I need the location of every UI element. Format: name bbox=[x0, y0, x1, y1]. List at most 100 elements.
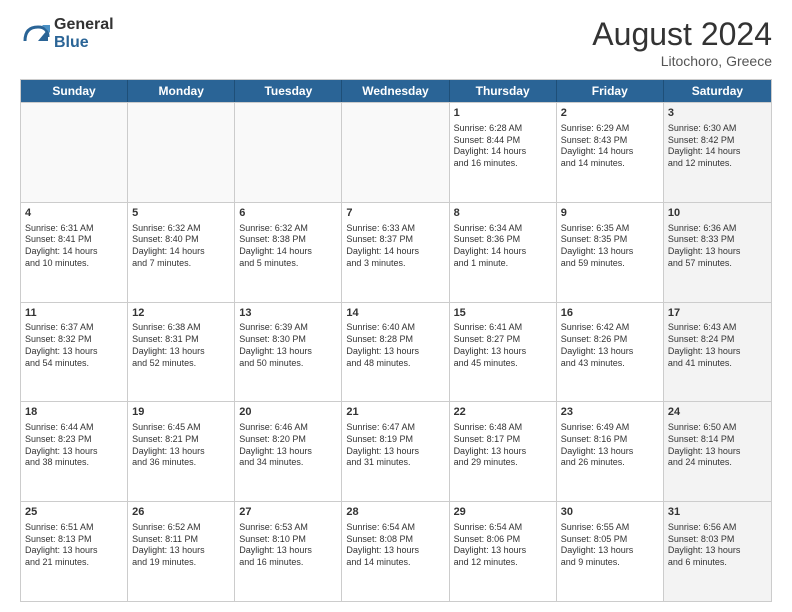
cal-cell-0-4: 1 Sunrise: 6:28 AM Sunset: 8:44 PM Daylig… bbox=[450, 103, 557, 202]
cal-cell-1-1: 5 Sunrise: 6:32 AM Sunset: 8:40 PM Daylig… bbox=[128, 203, 235, 302]
day-info: Sunrise: 6:36 AM Sunset: 8:33 PM Dayligh… bbox=[668, 223, 767, 270]
day-info: Sunrise: 6:32 AM Sunset: 8:38 PM Dayligh… bbox=[239, 223, 337, 270]
day-number: 24 bbox=[668, 405, 767, 420]
cal-cell-1-2: 6 Sunrise: 6:32 AM Sunset: 8:38 PM Daylig… bbox=[235, 203, 342, 302]
day-number: 31 bbox=[668, 505, 767, 520]
day-info: Sunrise: 6:56 AM Sunset: 8:03 PM Dayligh… bbox=[668, 522, 767, 569]
day-number: 9 bbox=[561, 206, 659, 221]
day-number: 16 bbox=[561, 306, 659, 321]
day-number: 17 bbox=[668, 306, 767, 321]
page: General Blue August 2024 Litochoro, Gree… bbox=[0, 0, 792, 612]
day-info: Sunrise: 6:54 AM Sunset: 8:06 PM Dayligh… bbox=[454, 522, 552, 569]
day-info: Sunrise: 6:55 AM Sunset: 8:05 PM Dayligh… bbox=[561, 522, 659, 569]
day-info: Sunrise: 6:35 AM Sunset: 8:35 PM Dayligh… bbox=[561, 223, 659, 270]
day-number: 11 bbox=[25, 306, 123, 321]
cal-cell-2-2: 13Sunrise: 6:39 AM Sunset: 8:30 PM Dayli… bbox=[235, 303, 342, 402]
day-info: Sunrise: 6:48 AM Sunset: 8:17 PM Dayligh… bbox=[454, 422, 552, 469]
day-info: Sunrise: 6:42 AM Sunset: 8:26 PM Dayligh… bbox=[561, 322, 659, 369]
day-number: 20 bbox=[239, 405, 337, 420]
cal-cell-3-4: 22 Sunrise: 6:48 AM Sunset: 8:17 PM Dayli… bbox=[450, 402, 557, 501]
day-number: 15 bbox=[454, 306, 552, 321]
day-number: 6 bbox=[239, 206, 337, 221]
day-number: 3 bbox=[668, 106, 767, 121]
day-number: 1 bbox=[454, 106, 552, 121]
day-info: Sunrise: 6:28 AM Sunset: 8:44 PM Dayligh… bbox=[454, 123, 552, 170]
cal-cell-4-2: 27 Sunrise: 6:53 AM Sunset: 8:10 PM Dayli… bbox=[235, 502, 342, 601]
logo: General Blue bbox=[20, 16, 114, 51]
day-number: 18 bbox=[25, 405, 123, 420]
day-number: 28 bbox=[346, 505, 444, 520]
calendar-header: SundayMondayTuesdayWednesdayThursdayFrid… bbox=[21, 80, 771, 102]
cal-cell-0-5: 2Sunrise: 6:29 AM Sunset: 8:43 PM Daylig… bbox=[557, 103, 664, 202]
cal-cell-0-6: 3 Sunrise: 6:30 AM Sunset: 8:42 PM Daylig… bbox=[664, 103, 771, 202]
cal-cell-0-3 bbox=[342, 103, 449, 202]
day-info: Sunrise: 6:54 AM Sunset: 8:08 PM Dayligh… bbox=[346, 522, 444, 569]
day-number: 8 bbox=[454, 206, 552, 221]
day-number: 14 bbox=[346, 306, 444, 321]
cal-cell-1-5: 9 Sunrise: 6:35 AM Sunset: 8:35 PM Daylig… bbox=[557, 203, 664, 302]
header: General Blue August 2024 Litochoro, Gree… bbox=[20, 16, 772, 69]
day-info: Sunrise: 6:52 AM Sunset: 8:11 PM Dayligh… bbox=[132, 522, 230, 569]
cal-cell-3-0: 18 Sunrise: 6:44 AM Sunset: 8:23 PM Dayli… bbox=[21, 402, 128, 501]
day-info: Sunrise: 6:53 AM Sunset: 8:10 PM Dayligh… bbox=[239, 522, 337, 569]
cal-cell-2-0: 11Sunrise: 6:37 AM Sunset: 8:32 PM Dayli… bbox=[21, 303, 128, 402]
cal-cell-4-5: 30 Sunrise: 6:55 AM Sunset: 8:05 PM Dayli… bbox=[557, 502, 664, 601]
cal-cell-0-0 bbox=[21, 103, 128, 202]
day-info: Sunrise: 6:30 AM Sunset: 8:42 PM Dayligh… bbox=[668, 123, 767, 170]
day-info: Sunrise: 6:38 AM Sunset: 8:31 PM Dayligh… bbox=[132, 322, 230, 369]
cal-cell-4-0: 25 Sunrise: 6:51 AM Sunset: 8:13 PM Dayli… bbox=[21, 502, 128, 601]
logo-line2: Blue bbox=[54, 34, 114, 52]
day-number: 23 bbox=[561, 405, 659, 420]
day-info: Sunrise: 6:41 AM Sunset: 8:27 PM Dayligh… bbox=[454, 322, 552, 369]
day-info: Sunrise: 6:37 AM Sunset: 8:32 PM Dayligh… bbox=[25, 322, 123, 369]
header-day-saturday: Saturday bbox=[664, 80, 771, 102]
header-day-friday: Friday bbox=[557, 80, 664, 102]
cal-cell-4-6: 31 Sunrise: 6:56 AM Sunset: 8:03 PM Dayli… bbox=[664, 502, 771, 601]
calendar-row-0: 1 Sunrise: 6:28 AM Sunset: 8:44 PM Daylig… bbox=[21, 102, 771, 202]
day-info: Sunrise: 6:46 AM Sunset: 8:20 PM Dayligh… bbox=[239, 422, 337, 469]
location: Litochoro, Greece bbox=[592, 53, 772, 69]
day-number: 7 bbox=[346, 206, 444, 221]
day-info: Sunrise: 6:49 AM Sunset: 8:16 PM Dayligh… bbox=[561, 422, 659, 469]
day-number: 2 bbox=[561, 106, 659, 121]
day-number: 5 bbox=[132, 206, 230, 221]
day-info: Sunrise: 6:50 AM Sunset: 8:14 PM Dayligh… bbox=[668, 422, 767, 469]
day-info: Sunrise: 6:40 AM Sunset: 8:28 PM Dayligh… bbox=[346, 322, 444, 369]
day-number: 30 bbox=[561, 505, 659, 520]
cal-cell-4-4: 29 Sunrise: 6:54 AM Sunset: 8:06 PM Dayli… bbox=[450, 502, 557, 601]
cal-cell-2-5: 16Sunrise: 6:42 AM Sunset: 8:26 PM Dayli… bbox=[557, 303, 664, 402]
day-number: 25 bbox=[25, 505, 123, 520]
cal-cell-2-1: 12Sunrise: 6:38 AM Sunset: 8:31 PM Dayli… bbox=[128, 303, 235, 402]
day-number: 4 bbox=[25, 206, 123, 221]
cal-cell-3-2: 20 Sunrise: 6:46 AM Sunset: 8:20 PM Dayli… bbox=[235, 402, 342, 501]
header-day-tuesday: Tuesday bbox=[235, 80, 342, 102]
cal-cell-4-1: 26 Sunrise: 6:52 AM Sunset: 8:11 PM Dayli… bbox=[128, 502, 235, 601]
day-number: 22 bbox=[454, 405, 552, 420]
cal-cell-1-3: 7 Sunrise: 6:33 AM Sunset: 8:37 PM Daylig… bbox=[342, 203, 449, 302]
cal-cell-2-3: 14Sunrise: 6:40 AM Sunset: 8:28 PM Dayli… bbox=[342, 303, 449, 402]
day-info: Sunrise: 6:32 AM Sunset: 8:40 PM Dayligh… bbox=[132, 223, 230, 270]
header-day-sunday: Sunday bbox=[21, 80, 128, 102]
day-info: Sunrise: 6:33 AM Sunset: 8:37 PM Dayligh… bbox=[346, 223, 444, 270]
day-info: Sunrise: 6:45 AM Sunset: 8:21 PM Dayligh… bbox=[132, 422, 230, 469]
cal-cell-1-4: 8Sunrise: 6:34 AM Sunset: 8:36 PM Daylig… bbox=[450, 203, 557, 302]
day-number: 26 bbox=[132, 505, 230, 520]
day-number: 21 bbox=[346, 405, 444, 420]
cal-cell-3-3: 21 Sunrise: 6:47 AM Sunset: 8:19 PM Dayli… bbox=[342, 402, 449, 501]
day-number: 27 bbox=[239, 505, 337, 520]
day-info: Sunrise: 6:47 AM Sunset: 8:19 PM Dayligh… bbox=[346, 422, 444, 469]
day-info: Sunrise: 6:51 AM Sunset: 8:13 PM Dayligh… bbox=[25, 522, 123, 569]
calendar-row-2: 11Sunrise: 6:37 AM Sunset: 8:32 PM Dayli… bbox=[21, 302, 771, 402]
day-info: Sunrise: 6:31 AM Sunset: 8:41 PM Dayligh… bbox=[25, 223, 123, 270]
header-day-wednesday: Wednesday bbox=[342, 80, 449, 102]
calendar-row-4: 25 Sunrise: 6:51 AM Sunset: 8:13 PM Dayli… bbox=[21, 501, 771, 601]
day-info: Sunrise: 6:44 AM Sunset: 8:23 PM Dayligh… bbox=[25, 422, 123, 469]
cal-cell-3-6: 24 Sunrise: 6:50 AM Sunset: 8:14 PM Dayli… bbox=[664, 402, 771, 501]
cal-cell-4-3: 28 Sunrise: 6:54 AM Sunset: 8:08 PM Dayli… bbox=[342, 502, 449, 601]
calendar-body: 1 Sunrise: 6:28 AM Sunset: 8:44 PM Daylig… bbox=[21, 102, 771, 601]
header-day-monday: Monday bbox=[128, 80, 235, 102]
day-number: 29 bbox=[454, 505, 552, 520]
logo-icon bbox=[20, 19, 50, 49]
day-number: 19 bbox=[132, 405, 230, 420]
cal-cell-2-4: 15Sunrise: 6:41 AM Sunset: 8:27 PM Dayli… bbox=[450, 303, 557, 402]
